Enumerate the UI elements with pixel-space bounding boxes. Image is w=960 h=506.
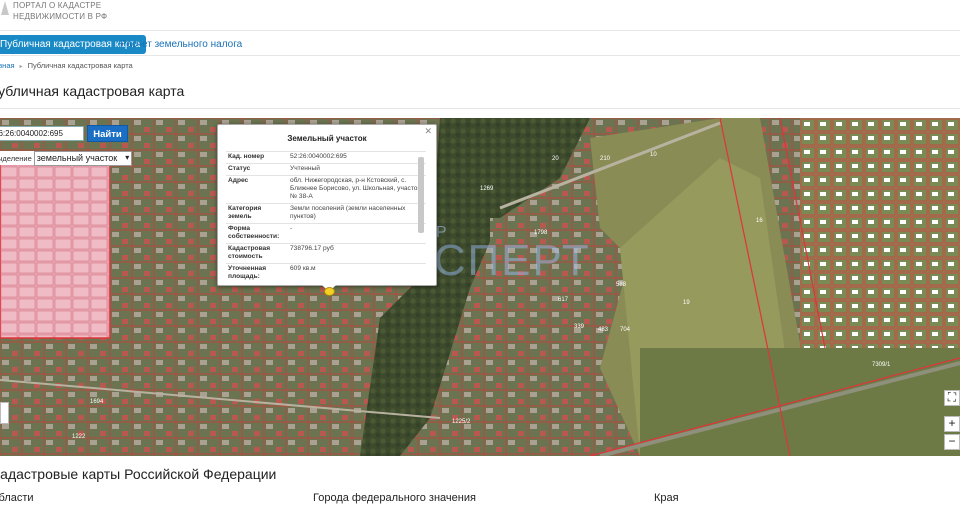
popup-key: Категория земель [226, 203, 288, 224]
region-column-krais[interactable]: Края [654, 492, 679, 504]
breadcrumb-home[interactable]: Главная [0, 61, 15, 70]
page-title: Публичная кадастровая карта [0, 83, 185, 99]
popup-title: Земельный участок [287, 134, 367, 143]
parcel-number-label[interactable]: 1694 [90, 399, 104, 405]
parcel-number-label[interactable]: 588 [616, 282, 627, 288]
popup-details-table: Кад. номер 52:26:0040002:695 Статус Учтенн… [226, 151, 426, 283]
region-column-oblasts[interactable]: Области [0, 492, 34, 504]
popup-key: Адрес [226, 175, 288, 204]
popup-row: Адрес обл. Нижегородская, р-н Кстовский, … [226, 175, 426, 204]
parcel-number-label[interactable]: 339 [574, 324, 585, 330]
region-column-federal-cities[interactable]: Города федерального значения [313, 492, 476, 504]
breadcrumb: Главная ▸ Публичная кадастровая карта [0, 61, 133, 70]
popup-value: 52:26:0040002:695 [288, 151, 426, 164]
layer-label: Выделение [0, 153, 32, 163]
popup-value: Учтенный [288, 163, 426, 176]
parcel-info-popup: ✕ Земельный участок Кад. номер 52:26:0040… [217, 124, 437, 292]
popup-value: Земли поселений (земли населенных пункто… [288, 203, 426, 224]
parcel-number-label[interactable]: 483 [598, 327, 609, 333]
popup-key: Кадастровая стоимость [226, 243, 288, 264]
popup-row: Уточненная площадь: 609 кв.м [226, 263, 426, 283]
popup-value: обл. Нижегородская, р-н Кстовский, с. Бл… [288, 175, 426, 204]
layer-select-value: земельный участок [36, 152, 118, 163]
zoom-out-button[interactable]: − [944, 434, 960, 450]
popup-value: - [288, 223, 426, 244]
popup-value: 738796.17 руб [288, 243, 426, 264]
popup-row: Кад. номер 52:26:0040002:695 [226, 151, 426, 164]
find-button[interactable]: Найти [87, 125, 128, 142]
divider [0, 108, 960, 109]
parcel-number-label[interactable]: 16 [756, 218, 763, 224]
logo-icon[interactable] [0, 0, 10, 16]
parcel-number-label[interactable]: 10 [650, 152, 657, 158]
popup-value: 609 кв.м [288, 263, 426, 283]
parcel-number-label[interactable]: 1222 [72, 434, 86, 440]
layer-select[interactable]: земельный участок ▾ [33, 150, 133, 166]
breadcrumb-current: Публичная кадастровая карта [27, 61, 133, 70]
parcel-number-label[interactable]: 1798 [534, 230, 548, 236]
tab-land-tax[interactable]: Расчет земельного налога [120, 35, 242, 54]
satellite-imagery[interactable]: 1269 16 19 7309/1 20 210 10 1225/2 1222 1694 617 48… [0, 118, 960, 456]
parcel-number-label[interactable]: 617 [558, 297, 569, 303]
parcel-number-label[interactable]: 7309/1 [872, 362, 891, 368]
site-header: ПОРТАЛ О КАДАСТРЕ НЕДВИЖИМОСТИ В РФ [0, 0, 960, 31]
popup-row: Форма собственности: - [226, 223, 426, 244]
parcel-number-label[interactable]: 1225/2 [452, 419, 471, 425]
portal-name[interactable]: ПОРТАЛ О КАДАСТРЕ НЕДВИЖИМОСТИ В РФ [13, 0, 107, 22]
chevron-down-icon: ▾ [125, 152, 130, 162]
parcel-number-label[interactable]: 20 [552, 156, 559, 162]
cadastral-number-input[interactable] [0, 126, 84, 141]
popup-row: Статус Учтенный [226, 163, 426, 176]
layer-selector-row: Выделение земельный участок ▾ [0, 150, 133, 166]
parcel-number-label[interactable]: 19 [683, 300, 690, 306]
map-marker-icon[interactable] [324, 287, 335, 296]
section-title: Кадастровые карты Российской Федерации [0, 466, 277, 482]
parcel-number-label[interactable]: 1269 [480, 186, 494, 192]
fullscreen-icon[interactable]: ⛶ [944, 390, 960, 406]
popup-scrollbar[interactable] [418, 157, 424, 233]
parcel-number-label[interactable]: 210 [600, 156, 611, 162]
popup-row: Категория земель Земли поселений (земли н… [226, 203, 426, 224]
zoom-in-button[interactable]: + [944, 416, 960, 432]
map-side-toggle[interactable] [0, 402, 9, 424]
popup-key: Статус [226, 163, 288, 176]
popup-key: Уточненная площадь: [226, 263, 288, 283]
popup-key: Кад. номер [226, 151, 288, 164]
cadastral-map[interactable]: 1269 16 19 7309/1 20 210 10 1225/2 1222 1694 617 48… [0, 118, 960, 456]
popup-key: Форма собственности: [226, 223, 288, 244]
parcel-number-label[interactable]: 704 [620, 327, 631, 333]
popup-row: Кадастровая стоимость 738796.17 руб [226, 243, 426, 264]
nav-tabs: Публичная кадастровая карта Расчет земел… [0, 33, 960, 56]
chevron-right-icon: ▸ [19, 64, 23, 70]
